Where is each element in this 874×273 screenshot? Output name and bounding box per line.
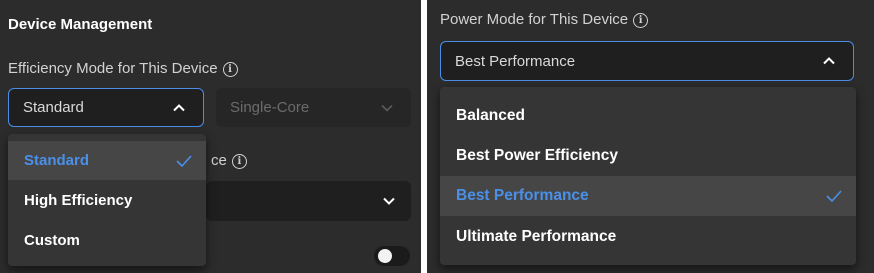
chevron-down-icon bbox=[383, 195, 395, 207]
efficiency-mode-value: Standard bbox=[23, 99, 84, 116]
toggle-knob bbox=[378, 249, 392, 263]
secondary-setting-label-text: ce bbox=[211, 152, 227, 169]
power-mode-label: Power Mode for This Device i bbox=[440, 11, 649, 28]
menu-option-best-power-efficiency[interactable]: Best Power Efficiency bbox=[440, 136, 856, 176]
menu-option-label: Custom bbox=[24, 232, 80, 249]
left-settings-panel: Device Management Efficiency Mode for Th… bbox=[0, 0, 421, 273]
efficiency-mode-menu: Standard High Efficiency Custom bbox=[8, 134, 206, 266]
efficiency-mode-label: Efficiency Mode for This Device i bbox=[8, 60, 238, 77]
power-mode-dropdown[interactable]: Best Performance bbox=[440, 41, 854, 81]
menu-option-standard[interactable]: Standard bbox=[8, 141, 206, 180]
right-settings-panel: Power Mode for This Device i Best Perform… bbox=[427, 0, 874, 273]
menu-option-custom[interactable]: Custom bbox=[8, 221, 206, 260]
check-icon bbox=[826, 190, 842, 202]
secondary-setting-dropdown[interactable] bbox=[206, 181, 411, 221]
menu-option-balanced[interactable]: Balanced bbox=[440, 96, 856, 136]
power-mode-value: Best Performance bbox=[455, 52, 576, 70]
menu-option-label: Best Performance bbox=[456, 187, 589, 204]
chevron-up-icon bbox=[173, 102, 185, 114]
efficiency-mode-dropdown[interactable]: Standard bbox=[8, 88, 204, 127]
menu-option-label: High Efficiency bbox=[24, 192, 133, 209]
efficiency-mode-label-text: Efficiency Mode for This Device bbox=[8, 60, 218, 77]
menu-option-best-performance[interactable]: Best Performance bbox=[440, 176, 856, 216]
info-icon[interactable]: i bbox=[222, 62, 238, 77]
menu-option-label: Best Power Efficiency bbox=[456, 147, 618, 164]
menu-option-label: Ultimate Performance bbox=[456, 228, 617, 245]
secondary-setting-label: ce i bbox=[206, 152, 247, 169]
menu-option-high-efficiency[interactable]: High Efficiency bbox=[8, 181, 206, 220]
core-mode-value: Single-Core bbox=[230, 99, 310, 116]
menu-option-label: Balanced bbox=[456, 107, 525, 124]
chevron-up-icon bbox=[823, 55, 835, 67]
setting-toggle[interactable] bbox=[374, 246, 410, 266]
power-mode-menu: Balanced Best Power Efficiency Best Perf… bbox=[440, 87, 856, 265]
info-icon[interactable]: i bbox=[231, 154, 247, 169]
info-icon[interactable]: i bbox=[633, 13, 649, 28]
check-icon bbox=[176, 154, 192, 167]
menu-option-label: Standard bbox=[24, 152, 90, 169]
chevron-down-icon bbox=[381, 102, 393, 114]
menu-option-ultimate-performance[interactable]: Ultimate Performance bbox=[440, 217, 856, 257]
power-mode-label-text: Power Mode for This Device bbox=[440, 11, 629, 28]
core-mode-dropdown: Single-Core bbox=[216, 88, 411, 127]
section-heading: Device Management bbox=[8, 16, 153, 33]
